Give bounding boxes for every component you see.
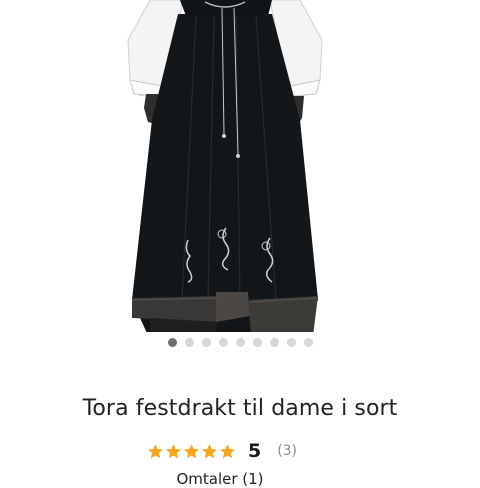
star-icon [184,443,199,458]
carousel-dot[interactable] [252,337,262,347]
rating-stars [147,443,236,460]
rating-value: 5 [247,440,262,462]
star-icon [220,443,235,458]
carousel-dot[interactable] [167,337,177,347]
carousel-dot[interactable] [286,337,296,347]
carousel-dot[interactable] [218,337,228,347]
rating-count: (3) [277,443,298,459]
carousel-dot[interactable] [184,337,194,347]
carousel-dot[interactable] [201,337,211,347]
image-carousel-dots [0,336,480,348]
reviews-link[interactable]: Omtaler (1) [0,470,460,488]
carousel-dot[interactable] [269,337,279,347]
star-icon [166,443,181,458]
festdrakt-photo [127,0,323,332]
product-rating[interactable]: 5 (3) [0,438,480,464]
carousel-dot[interactable] [303,337,313,347]
product-title: Tora festdrakt til dame i sort [82,396,398,421]
star-icon [148,443,163,458]
product-image[interactable] [0,0,480,332]
carousel-dot[interactable] [235,337,245,347]
star-icon [202,443,217,458]
